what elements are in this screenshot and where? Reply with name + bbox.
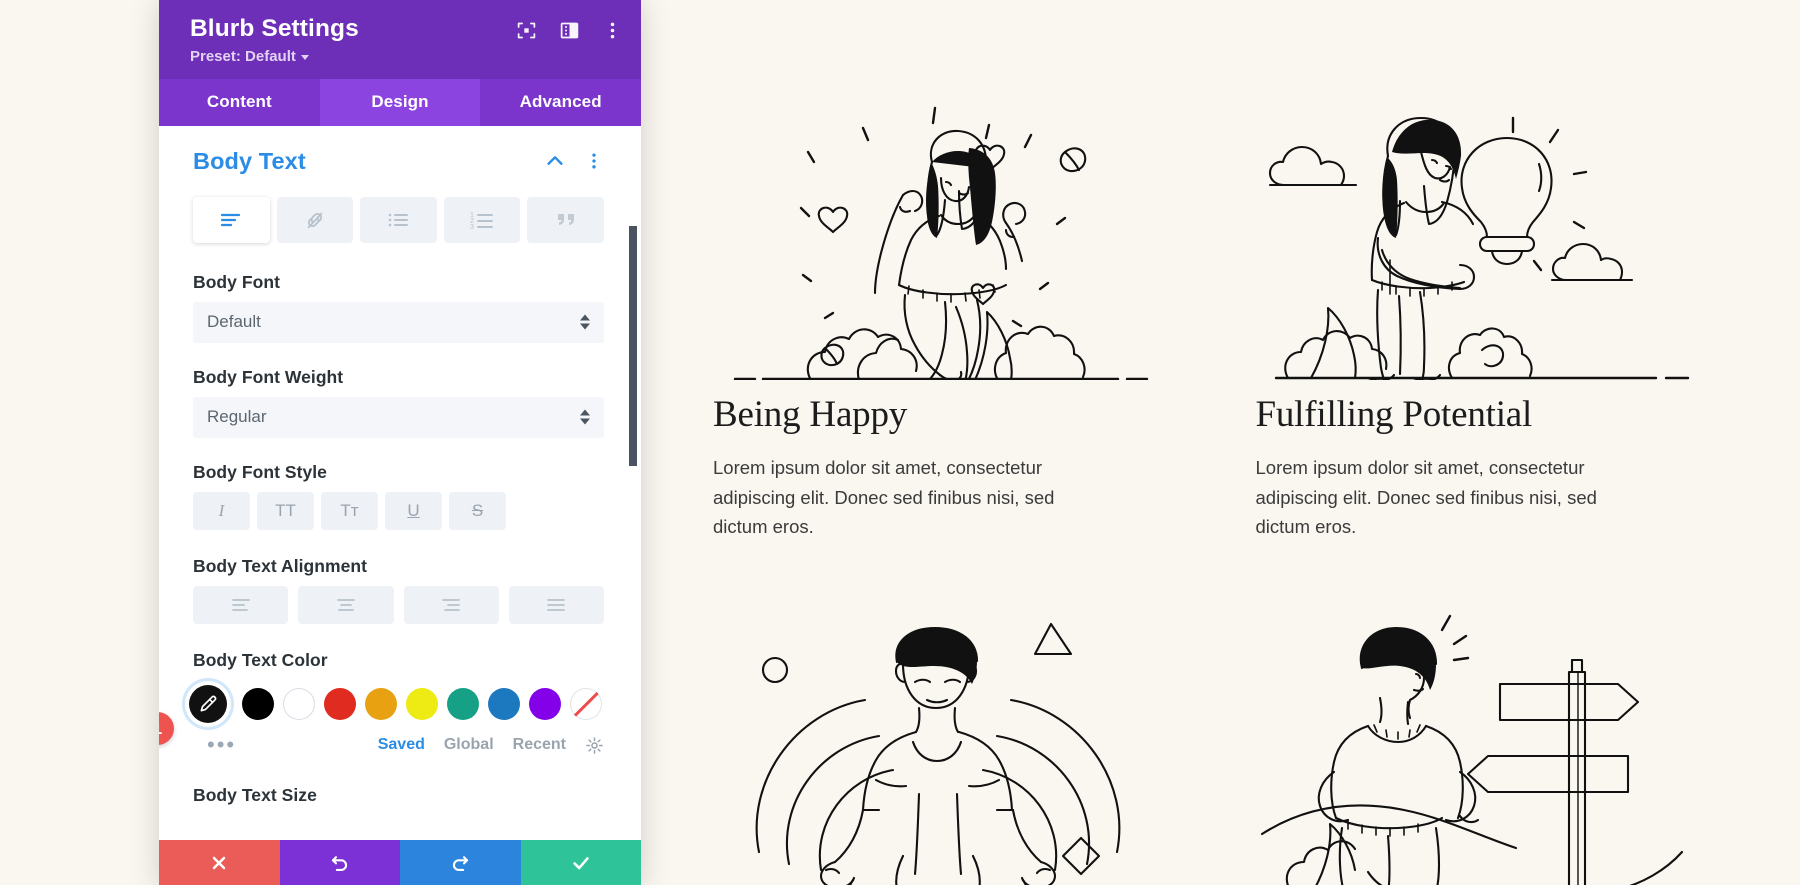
- woman-holding-lightbulb-illustration: [1256, 90, 1711, 380]
- svg-text:3: 3: [470, 224, 474, 230]
- section-more-vertical-icon[interactable]: [584, 151, 604, 171]
- redo-icon: [450, 852, 471, 873]
- chevron-updown-icon: [580, 409, 590, 425]
- modal-header: Blurb Settings Preset: Default: [159, 0, 641, 79]
- chevron-up-icon[interactable]: [544, 150, 566, 172]
- body-font-weight-label: Body Font Weight: [193, 366, 344, 387]
- color-source-tabs: Saved Global Recent: [378, 736, 604, 755]
- tab-content[interactable]: Content: [159, 79, 320, 126]
- settings-scrollbar-track[interactable]: [629, 126, 639, 840]
- cancel-button[interactable]: [159, 840, 280, 885]
- blurb-grid: Being Happy Lorem ipsum dolor sit amet, …: [713, 90, 1723, 885]
- blurb-body: Lorem ipsum dolor sit amet, consectetur …: [1255, 456, 1597, 538]
- text-type-tabs: 1 2 3: [193, 196, 604, 243]
- swatch-yellow[interactable]: [406, 687, 438, 720]
- blurb-item[interactable]: Being Happy Lorem ipsum dolor sit amet, …: [713, 90, 1168, 542]
- strikethrough-button[interactable]: S: [449, 491, 506, 530]
- ordered-list-tab[interactable]: 1 2 3: [443, 196, 521, 243]
- color-picker-eyedropper[interactable]: [189, 684, 227, 723]
- blurb-item[interactable]: Fulfilling Potential Lorem ipsum dolor s…: [1256, 90, 1711, 542]
- swatch-purple[interactable]: [529, 687, 561, 720]
- blurb-body: Lorem ipsum dolor sit amet, consectetur …: [713, 456, 1055, 538]
- modal-header-actions: [515, 19, 623, 41]
- save-button[interactable]: [520, 840, 641, 885]
- modal-tabs: Content Design Advanced: [159, 78, 641, 126]
- align-right-button[interactable]: [403, 585, 499, 624]
- layout-panel-icon[interactable]: [558, 19, 580, 41]
- blockquote-tab[interactable]: [527, 196, 604, 243]
- body-font-weight-value: Regular: [207, 407, 267, 427]
- align-center-button[interactable]: [298, 585, 394, 624]
- body-text-size-label: Body Text Size: [193, 784, 317, 805]
- body-font-label: Body Font: [193, 271, 280, 292]
- body-font-select[interactable]: Default: [193, 301, 604, 343]
- app-root: Being Happy Lorem ipsum dolor sit amet, …: [0, 0, 1800, 885]
- color-tab-global[interactable]: Global: [444, 736, 494, 754]
- color-swatch-footer: ••• Saved Global Recent: [207, 734, 604, 756]
- blurb-item[interactable]: [1256, 602, 1711, 885]
- paragraph-text-tab[interactable]: [193, 196, 270, 243]
- body-text-alignment-buttons: [193, 585, 604, 624]
- check-icon: [570, 852, 592, 874]
- body-font-value: Default: [207, 312, 261, 332]
- swatch-orange[interactable]: [365, 687, 397, 720]
- swatch-transparent[interactable]: [570, 687, 602, 720]
- body-font-style-label: Body Font Style: [193, 461, 327, 482]
- more-vertical-icon[interactable]: [601, 19, 623, 41]
- modal-body: Body Text 1 2 3 Body Font Default Body F…: [159, 125, 641, 840]
- swatch-black[interactable]: [242, 687, 274, 720]
- close-icon: [209, 853, 229, 873]
- man-meditating-illustration: [713, 602, 1168, 885]
- italic-button[interactable]: I: [193, 491, 250, 530]
- body-text-section-header: Body Text: [193, 148, 604, 175]
- swatch-green[interactable]: [447, 687, 479, 720]
- body-font-style-buttons: I TT Tᴛ U S: [193, 491, 604, 530]
- swatch-red[interactable]: [324, 687, 356, 720]
- modal-footer: [159, 840, 641, 885]
- settings-scroll-area: Body Text 1 2 3 Body Font Default Body F…: [159, 126, 641, 840]
- swatch-blue[interactable]: [488, 687, 520, 720]
- redo-button[interactable]: [400, 840, 521, 885]
- smallcaps-button[interactable]: Tᴛ: [321, 491, 378, 530]
- blurb-title: Being Happy: [713, 394, 908, 435]
- underline-button[interactable]: U: [385, 491, 442, 530]
- chevron-down-icon: [300, 54, 309, 60]
- woman-celebrating-illustration: [713, 90, 1168, 380]
- more-colors-button[interactable]: •••: [207, 734, 236, 756]
- section-title: Body Text: [193, 147, 306, 174]
- blurb-settings-modal: Blurb Settings Preset: Default Content D…: [159, 0, 641, 885]
- undo-icon: [329, 852, 350, 873]
- gear-icon[interactable]: [585, 736, 604, 755]
- focus-target-icon[interactable]: [515, 19, 537, 41]
- color-tab-recent[interactable]: Recent: [513, 736, 566, 754]
- preset-label: Preset: Default: [190, 47, 296, 65]
- align-left-button[interactable]: [193, 585, 289, 624]
- color-tab-saved[interactable]: Saved: [378, 736, 425, 754]
- align-justify-button[interactable]: [508, 585, 604, 624]
- link-text-tab[interactable]: [276, 196, 354, 243]
- blurb-title: Fulfilling Potential: [1255, 394, 1533, 435]
- blurb-item[interactable]: [713, 602, 1168, 885]
- tab-advanced[interactable]: Advanced: [480, 79, 641, 126]
- body-text-color-label: Body Text Color: [193, 649, 328, 670]
- swatch-white[interactable]: [283, 687, 315, 720]
- tab-design[interactable]: Design: [319, 78, 481, 126]
- uppercase-button[interactable]: TT: [257, 491, 314, 530]
- section-actions: [544, 150, 604, 172]
- settings-scrollbar-thumb[interactable]: [629, 225, 637, 466]
- body-font-weight-select[interactable]: Regular: [193, 396, 604, 438]
- undo-button[interactable]: [279, 840, 400, 885]
- body-text-alignment-label: Body Text Alignment: [193, 555, 368, 576]
- unordered-list-tab[interactable]: [360, 196, 437, 243]
- chevron-updown-icon: [580, 314, 590, 330]
- body-text-color-swatches: [189, 684, 604, 723]
- man-at-signpost-illustration: [1256, 602, 1711, 885]
- preset-selector[interactable]: Preset: Default: [190, 48, 309, 65]
